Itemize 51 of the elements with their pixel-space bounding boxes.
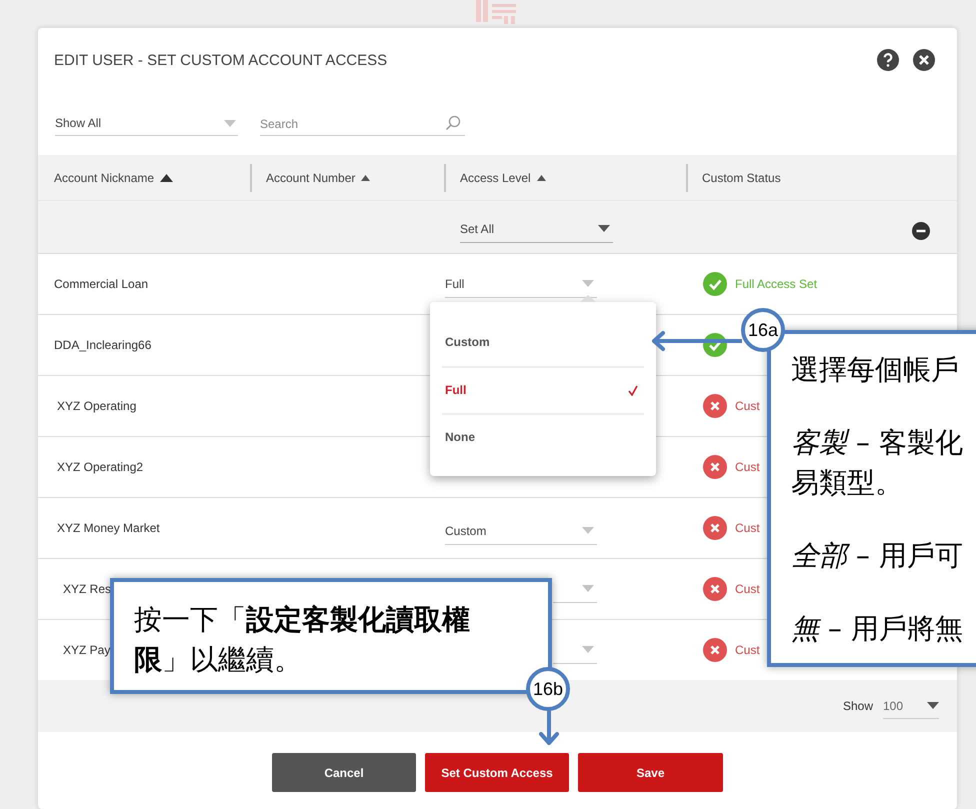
table-cell-text: DDA_Inclearing66 (54, 337, 152, 354)
table-cell-text: XYZ Operating2 (56, 459, 144, 476)
caret-icon (582, 527, 594, 534)
status-text: Cust (735, 459, 760, 476)
search-icon (445, 114, 461, 130)
table-cell-text: XYZ Res (62, 581, 112, 598)
status-text: Cust (735, 581, 760, 598)
callout-text: 無 – 用戶將無 (791, 611, 964, 647)
dialog-button[interactable]: Cancel (272, 753, 416, 792)
caret-icon (598, 225, 610, 232)
set-all-dropdown[interactable]: Set All (460, 215, 613, 243)
column-header[interactable]: Account Number (266, 168, 356, 186)
caret-icon (582, 585, 594, 592)
menu-item[interactable]: None (442, 412, 644, 460)
caret-icon (582, 280, 594, 287)
search-field[interactable]: Search (260, 112, 465, 136)
column-header[interactable]: Custom Status (702, 168, 781, 186)
caret-icon (224, 120, 236, 126)
sort-arrow-icon[interactable] (361, 174, 370, 180)
status-text: Cust (735, 642, 760, 659)
callout-text: 客製 – 客製化 (791, 425, 964, 461)
callout-text: 按一下「設定客製化讀取權限」以繼續。 (134, 602, 471, 678)
dialog-title: EDIT USER - SET CUSTOM ACCOUNT ACCESS (54, 50, 388, 71)
show-label: Show (842, 698, 873, 715)
sort-arrow-icon[interactable] (536, 174, 546, 180)
filter-dropdown[interactable]: Show All (55, 112, 238, 136)
arrow-icon (538, 710, 560, 747)
close-icon[interactable] (913, 49, 935, 71)
menu-item[interactable]: Custom (442, 318, 644, 366)
caret-icon (582, 646, 594, 653)
callout-text: 選擇每個帳戶 (791, 352, 960, 388)
menu-item[interactable]: Full (442, 366, 644, 412)
collapse-icon[interactable] (912, 222, 930, 240)
arrow-icon (650, 330, 742, 352)
column-header[interactable]: Account Nickname (54, 168, 154, 186)
status-text: Full Access Set (735, 276, 818, 293)
status-text: Cust (735, 520, 760, 537)
table-cell-text: XYZ Operating (56, 398, 138, 415)
check-icon (628, 384, 638, 396)
status-text: Cust (735, 398, 760, 415)
page-size-dropdown[interactable]: 100 (883, 693, 939, 719)
help-icon[interactable] (877, 49, 899, 71)
caret-icon (927, 702, 939, 709)
table-cell-text: XYZ Money Market (56, 520, 161, 537)
table-cell-text: Commercial Loan (54, 276, 150, 293)
dialog-button[interactable]: Set Custom Access (425, 753, 569, 792)
access-dropdown[interactable]: Full (445, 270, 597, 298)
sort-arrow-icon[interactable] (160, 174, 174, 182)
dialog-button[interactable]: Save (578, 753, 723, 792)
access-dropdown[interactable]: Custom (445, 517, 597, 545)
column-header[interactable]: Access Level (460, 168, 531, 186)
